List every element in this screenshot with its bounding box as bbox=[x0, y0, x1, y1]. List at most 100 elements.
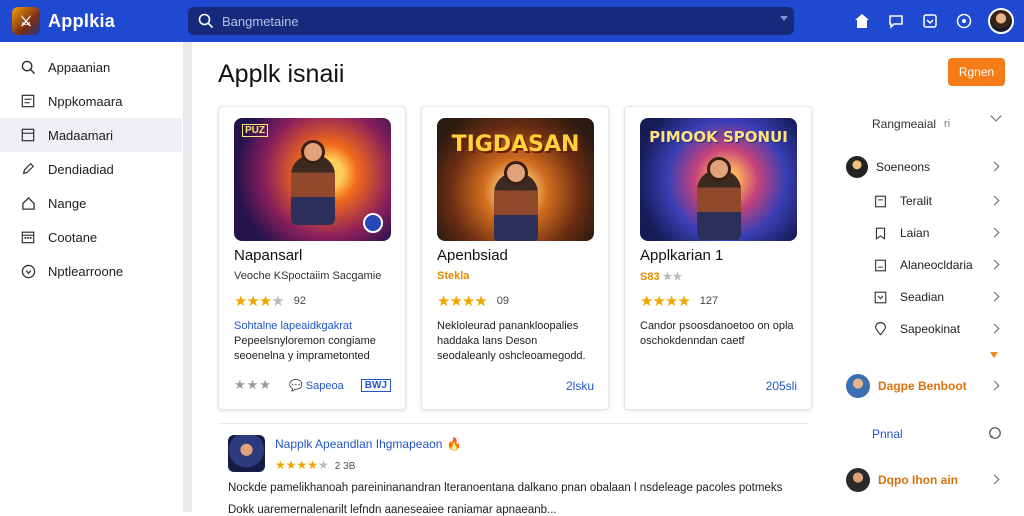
game-cover-image[interactable]: TIGDASAN bbox=[437, 118, 594, 241]
cover-title: PIMOOK SPONUI bbox=[649, 128, 788, 146]
right-panel-link[interactable]: Pnnal bbox=[872, 427, 903, 441]
chevron-right-icon bbox=[989, 291, 1000, 302]
flame-icon: 🔥 bbox=[446, 437, 462, 451]
card-title[interactable]: Napansarl bbox=[234, 247, 302, 264]
person-row[interactable]: Dqpo Ihon ain bbox=[846, 468, 1006, 492]
comment-link[interactable]: 💬 Sapeoa bbox=[289, 379, 344, 392]
right-panel-item-label: Sapeokinat bbox=[900, 322, 961, 336]
app-logo-icon: ⚔ bbox=[12, 7, 40, 35]
sidebar-item-nppkomaara[interactable]: Nppkomaara bbox=[0, 84, 182, 118]
cover-corner-label: PUZ bbox=[242, 124, 268, 137]
help-icon[interactable] bbox=[954, 11, 974, 31]
game-cover-image[interactable]: PIMOOK SPONUI bbox=[640, 118, 797, 241]
edit-icon bbox=[20, 161, 36, 177]
page-title: Applk isnaii bbox=[218, 60, 345, 88]
comment-link-label: Sapeoa bbox=[305, 379, 344, 392]
location-icon bbox=[872, 321, 888, 337]
info-circle-icon bbox=[20, 263, 36, 279]
card-footer: 205sli bbox=[640, 379, 797, 393]
hero-head bbox=[706, 157, 731, 182]
right-panel-item[interactable]: Soeneons bbox=[846, 155, 1006, 179]
list-rating-count: 2 3B bbox=[334, 461, 356, 472]
play-icon[interactable] bbox=[363, 213, 383, 233]
search-icon bbox=[20, 59, 36, 75]
chevron-box-icon bbox=[872, 289, 888, 305]
bookmark-icon bbox=[872, 225, 888, 241]
card-subtitle: Stekla bbox=[437, 270, 470, 282]
sidebar-item-label: Appaanian bbox=[48, 59, 111, 75]
list-item-title[interactable]: Napplk Apeandlan Ihgmapeaon 🔥 bbox=[275, 437, 461, 451]
inbox-icon[interactable] bbox=[920, 11, 940, 31]
message-icon[interactable] bbox=[886, 11, 906, 31]
rating-count: 09 bbox=[496, 295, 510, 307]
person-name: Dagpe Benboot bbox=[878, 379, 967, 393]
calendar-icon bbox=[20, 229, 36, 245]
right-panel-item-label: Alaneocldaria bbox=[900, 258, 973, 272]
sidebar-item-nptlearroone[interactable]: Nptlearroone bbox=[0, 254, 182, 288]
right-panel-item[interactable]: Teralit bbox=[872, 189, 1006, 213]
sidebar-item-dendiadiad[interactable]: Dendiadiad bbox=[0, 152, 182, 186]
chat-icon[interactable] bbox=[988, 426, 1002, 445]
card-footer: ★★★ 💬 Sapeoa BWJ bbox=[234, 377, 391, 393]
card-desc-link[interactable]: Sohtalne lapeaidkgakrat bbox=[234, 319, 394, 334]
card-description: Sohtalne lapeaidkgakrat Pepeelsnyloremon… bbox=[234, 319, 394, 364]
list-item-thumbnail[interactable] bbox=[228, 435, 265, 472]
card-price[interactable]: 2lsku bbox=[566, 379, 594, 393]
app-card[interactable]: PUZ Napansarl Veoche KSpoctaiim Sacgamie… bbox=[218, 106, 406, 410]
chevron-down-icon[interactable] bbox=[780, 16, 788, 21]
right-panel-header[interactable]: Rangmeaial ri bbox=[872, 117, 950, 131]
right-panel-item[interactable]: Alaneocldaria bbox=[872, 253, 1006, 277]
person-avatar bbox=[846, 468, 870, 492]
sidebar-item-nange[interactable]: Nange bbox=[0, 186, 182, 220]
chevron-right-icon bbox=[989, 259, 1000, 270]
rating-count: 127 bbox=[699, 295, 719, 307]
home-icon bbox=[20, 195, 36, 211]
store-icon[interactable] bbox=[852, 11, 872, 31]
card-price[interactable]: 205sli bbox=[766, 379, 797, 393]
right-panel-item[interactable]: Sapeokinat bbox=[872, 317, 1006, 341]
app-logo[interactable]: ⚔ Applkia bbox=[12, 7, 188, 35]
hero-figure bbox=[290, 154, 335, 225]
sidebar-item-cootane[interactable]: Cootane bbox=[0, 220, 182, 254]
sidebar-item-appaanian[interactable]: Appaanian bbox=[0, 50, 182, 84]
card-title[interactable]: Applkarian 1 bbox=[640, 247, 723, 264]
card-badge[interactable]: BWJ bbox=[360, 378, 391, 392]
list-item-title-text: Napplk Apeandlan Ihgmapeaon bbox=[275, 437, 443, 451]
star-rating: ★★★ ★ 92 bbox=[234, 293, 307, 310]
search-input[interactable] bbox=[222, 13, 762, 29]
card-description: Nekloleurad panankloopalies haddaka lans… bbox=[437, 320, 586, 362]
app-name: Applkia bbox=[48, 10, 116, 31]
right-panel-item[interactable]: Seadian bbox=[872, 285, 1006, 309]
hero-head bbox=[503, 161, 528, 186]
chevron-right-icon bbox=[989, 161, 1000, 172]
document-icon bbox=[872, 193, 888, 209]
right-panel-title: Rangmeaial bbox=[872, 117, 937, 131]
expand-caret-icon[interactable] bbox=[990, 352, 998, 358]
search-bar[interactable] bbox=[188, 7, 794, 35]
app-card[interactable]: PIMOOK SPONUI Applkarian 1 S83 ★★ ★★★★ 12… bbox=[624, 106, 812, 410]
right-panel-item[interactable]: Laian bbox=[872, 221, 1006, 245]
app-card[interactable]: TIGDASAN Apenbsiad Stekla ★★★★ 09 Neklole… bbox=[421, 106, 609, 410]
rating-count: 92 bbox=[293, 295, 307, 307]
game-cover-image[interactable]: PUZ bbox=[234, 118, 391, 241]
card-title[interactable]: Apenbsiad bbox=[437, 247, 508, 264]
right-panel-item-label: Teralit bbox=[900, 194, 933, 208]
chevron-down-icon[interactable] bbox=[990, 110, 1002, 122]
search-icon bbox=[198, 13, 214, 29]
person-row[interactable]: Dagpe Benboot bbox=[846, 374, 1006, 398]
category-icon bbox=[20, 127, 36, 143]
right-panel-item-label: Laian bbox=[900, 226, 930, 240]
sidebar-item-madaamari[interactable]: Madaamari bbox=[0, 118, 182, 152]
chevron-right-icon bbox=[989, 380, 1000, 391]
flag-icon bbox=[872, 257, 888, 273]
sidebar-item-label: Cootane bbox=[48, 229, 98, 245]
list-icon bbox=[20, 93, 36, 109]
user-avatar[interactable] bbox=[988, 8, 1014, 34]
cover-title: TIGDASAN bbox=[451, 132, 580, 157]
sidebar-scrollbar[interactable] bbox=[183, 42, 192, 512]
chevron-right-icon bbox=[989, 474, 1000, 485]
person-name: Dqpo Ihon ain bbox=[878, 473, 958, 487]
sidebar-item-label: Nange bbox=[48, 195, 87, 211]
person-avatar bbox=[846, 374, 870, 398]
primary-button[interactable]: Rgnen bbox=[948, 58, 1005, 86]
